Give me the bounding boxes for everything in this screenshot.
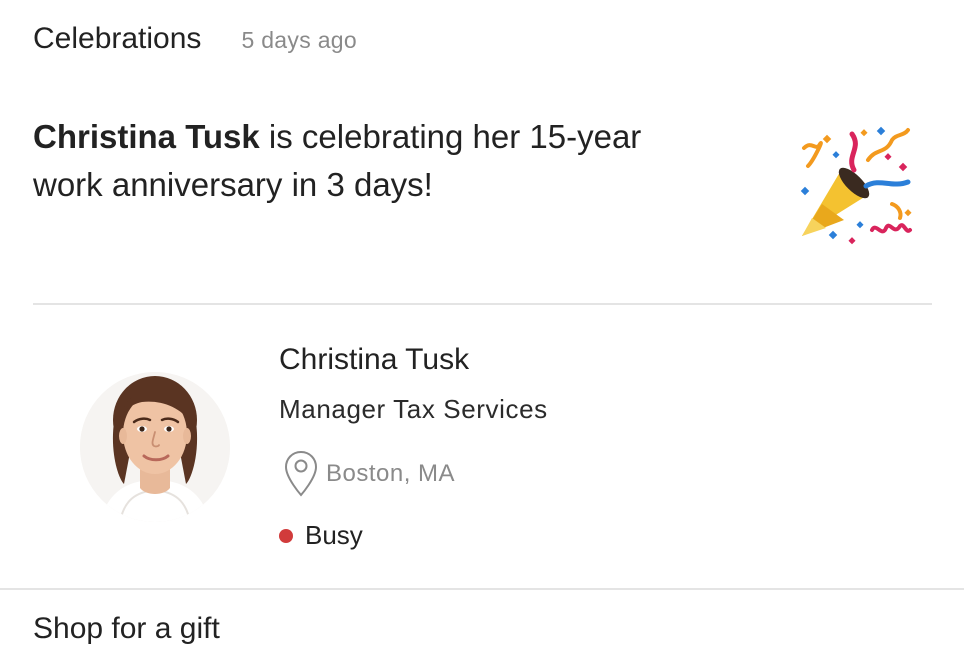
celebrant-name[interactable]: Christina Tusk xyxy=(33,118,260,155)
status-text: Busy xyxy=(305,520,363,550)
divider xyxy=(0,588,964,590)
job-title: Manager Tax Services xyxy=(279,394,548,424)
divider xyxy=(33,303,932,305)
presence-status: Busy xyxy=(279,520,363,551)
shop-gift-link[interactable]: Shop for a gift xyxy=(33,612,220,646)
celebration-card: Celebrations 5 days ago Christina Tusk i… xyxy=(0,0,964,670)
location: Boston, MA xyxy=(284,450,455,498)
map-pin-icon xyxy=(284,450,318,498)
timestamp: 5 days ago xyxy=(241,27,357,53)
avatar[interactable] xyxy=(80,372,230,522)
message-text-line2: work anniversary in 3 days! xyxy=(33,166,433,203)
status-dot-icon xyxy=(279,528,293,543)
party-popper-icon xyxy=(796,126,920,246)
message-text-line1: is celebrating her 15-year xyxy=(259,118,642,155)
location-text: Boston, MA xyxy=(326,460,456,487)
card-title: Celebrations xyxy=(33,22,202,55)
card-header: Celebrations 5 days ago xyxy=(33,22,357,56)
profile-name[interactable]: Christina Tusk xyxy=(279,343,469,377)
celebration-message: Christina Tusk is celebrating her 15-yea… xyxy=(33,113,753,209)
